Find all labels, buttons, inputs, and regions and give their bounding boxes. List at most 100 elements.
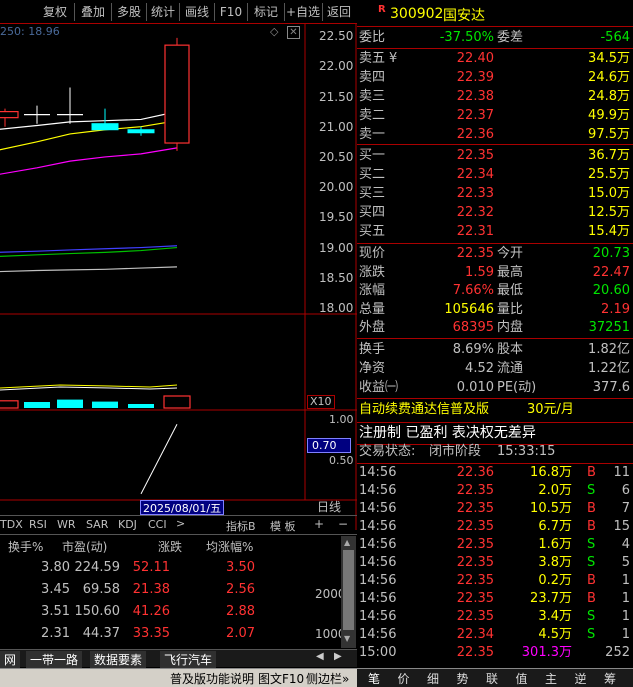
ask-row[interactable]: 卖三 22.38 24.8万 — [357, 88, 633, 106]
candle[interactable] — [164, 37, 190, 151]
tab-sector-2[interactable]: 数据要素 — [90, 651, 147, 668]
tab-tdx[interactable]: TDX — [0, 518, 26, 531]
tabs-scroll-right-icon[interactable]: ▶ — [334, 651, 342, 662]
tab-sector-3[interactable]: 飞行汽车 — [160, 651, 217, 668]
f10-link[interactable]: 图文F10 — [258, 670, 304, 687]
ask-row[interactable]: 卖四 22.39 24.6万 — [357, 69, 633, 87]
quote-label: 今开 — [497, 246, 524, 261]
add-icon[interactable]: + — [314, 517, 324, 531]
bid-row[interactable]: 买二 22.34 25.5万 — [357, 166, 633, 184]
tab-rsi[interactable]: RSI — [29, 518, 47, 531]
tick-row[interactable]: 14:56 22.35 2.0万 S 6 — [357, 482, 633, 500]
promo-price[interactable]: 30元/月 — [527, 401, 574, 419]
mark-button[interactable]: 标记 — [249, 2, 283, 22]
bid-row[interactable]: 买四 22.32 12.5万 — [357, 204, 633, 222]
tick-row[interactable]: 14:56 22.35 6.7万 B 15 — [357, 518, 633, 536]
draw-line-button[interactable]: 画线 — [181, 2, 213, 22]
volume-bar[interactable] — [128, 404, 154, 408]
multi-stock-button[interactable]: 多股 — [113, 2, 145, 22]
tick-row[interactable]: 14:56 22.35 1.6万 S 4 — [357, 536, 633, 554]
candle[interactable] — [91, 108, 119, 131]
promo-row[interactable]: 自动续费通达信普及版 30元/月 — [357, 401, 633, 421]
tab-sector-1[interactable]: 一带一路 — [26, 651, 83, 668]
tick-row[interactable]: 14:56 22.35 0.2万 B 1 — [357, 572, 633, 590]
tick-row[interactable]: 14:56 22.35 23.7万 B 1 — [357, 590, 633, 608]
back-button[interactable]: 返回 — [323, 2, 355, 22]
tick-row[interactable]: 14:56 22.36 16.8万 B 11 — [357, 464, 633, 482]
chart-area[interactable] — [0, 24, 357, 530]
tick-direction: S — [587, 555, 596, 570]
col-avg-rise[interactable]: 均涨幅% — [206, 538, 253, 555]
price-tick: 19.00 — [319, 240, 354, 255]
period-label[interactable]: 日线 — [317, 500, 341, 515]
side-tab[interactable]: 价 — [391, 670, 417, 687]
add-favorite-button[interactable]: +自选 — [285, 2, 321, 22]
tick-price: 22.36 — [456, 465, 494, 480]
side-tab[interactable]: 势 — [450, 670, 476, 687]
tick-row[interactable]: 14:56 22.35 10.5万 B 7 — [357, 500, 633, 518]
remove-icon[interactable]: − — [338, 517, 348, 531]
fuquan-button[interactable]: 复权 — [37, 2, 73, 22]
candle[interactable] — [57, 87, 83, 124]
side-tab[interactable]: 联 — [479, 670, 505, 687]
candle[interactable] — [0, 108, 19, 127]
tick-time: 14:56 — [359, 555, 397, 570]
scroll-down-icon[interactable]: ▼ — [344, 634, 353, 643]
tab-sector-0[interactable]: 网 — [0, 651, 21, 668]
volume-bar[interactable] — [163, 395, 191, 409]
ask-row[interactable]: 卖一 22.36 97.5万 — [357, 126, 633, 144]
col-change[interactable]: 涨跌 — [158, 538, 182, 555]
table-row[interactable]: 3.80 224.59 52.11 3.50 — [0, 558, 340, 580]
side-tab[interactable]: 笔 — [361, 670, 387, 687]
chevron-right-icon[interactable]: > — [176, 517, 185, 530]
col-turnover[interactable]: 换手% — [8, 538, 43, 555]
bid-row[interactable]: 买三 22.33 15.0万 — [357, 185, 633, 203]
side-tab[interactable]: 主 — [538, 670, 564, 687]
side-tab[interactable]: 逆 — [568, 670, 594, 687]
ask-volume: 24.6万 — [588, 70, 630, 85]
fundamental-value: 1.22亿 — [588, 361, 630, 376]
tabs-scroll-left-icon[interactable]: ◀ — [316, 651, 324, 662]
tick-row[interactable]: 14:56 22.34 4.5万 S 1 — [357, 626, 633, 644]
ask-row[interactable]: 卖二 22.37 49.9万 — [357, 107, 633, 125]
bid-row[interactable]: 买一 22.35 36.7万 — [357, 147, 633, 165]
side-tab[interactable]: 值 — [509, 670, 535, 687]
candle[interactable] — [24, 105, 50, 124]
tick-row[interactable]: 14:56 22.35 3.4万 S 1 — [357, 608, 633, 626]
tick-row[interactable]: 14:56 22.35 3.8万 S 5 — [357, 554, 633, 572]
side-tab[interactable]: 筹 — [597, 670, 623, 687]
tab-kdj[interactable]: KDJ — [118, 518, 137, 531]
table-row[interactable]: 2.31 44.37 33.35 2.07 — [0, 624, 340, 646]
promo-text[interactable]: 自动续费通达信普及版 — [359, 401, 489, 419]
ask-row[interactable]: 卖五 ¥22.40 34.5万 — [357, 50, 633, 68]
overlay-button[interactable]: 叠加 — [76, 2, 110, 22]
table-cell: 3.80 — [41, 560, 70, 575]
f10-button[interactable]: F10 — [216, 2, 246, 22]
side-tab[interactable]: 细 — [420, 670, 446, 687]
ma-line — [0, 245, 178, 253]
volume-bar[interactable] — [24, 402, 50, 408]
tab-cci[interactable]: CCI — [148, 518, 167, 531]
tick-row[interactable]: 15:00 22.35 301.3万 252 — [357, 644, 633, 662]
template-button[interactable]: 模 板 — [270, 518, 296, 534]
feature-info-link[interactable]: 普及版功能说明 — [170, 670, 254, 687]
volume-bar[interactable] — [92, 401, 118, 408]
tick-price: 22.35 — [456, 591, 494, 606]
scroll-up-icon[interactable]: ▲ — [344, 538, 353, 547]
tab-sar[interactable]: SAR — [86, 518, 108, 531]
table-row[interactable]: 3.45 69.58 21.38 2.56 — [0, 580, 340, 602]
stats-button[interactable]: 统计 — [148, 2, 178, 22]
tab-wr[interactable]: WR — [57, 518, 76, 531]
bid-row[interactable]: 买五 22.31 15.4万 — [357, 223, 633, 241]
scroll-thumb[interactable] — [343, 550, 354, 630]
table-scrollbar[interactable]: ▲ ▼ — [341, 536, 356, 648]
volume-bar[interactable] — [0, 400, 19, 409]
sidebar-toggle[interactable]: 侧边栏» — [306, 670, 349, 687]
table-row[interactable]: 3.51 150.60 41.26 2.88 — [0, 602, 340, 624]
volume-bar[interactable] — [57, 399, 83, 408]
divider — [74, 3, 75, 21]
col-pe[interactable]: 市盈(动) — [62, 538, 107, 555]
fundamental-value: 8.69% — [452, 342, 494, 357]
indicator-b-button[interactable]: 指标B — [226, 518, 256, 534]
yuan-icon: ¥ — [389, 51, 398, 66]
